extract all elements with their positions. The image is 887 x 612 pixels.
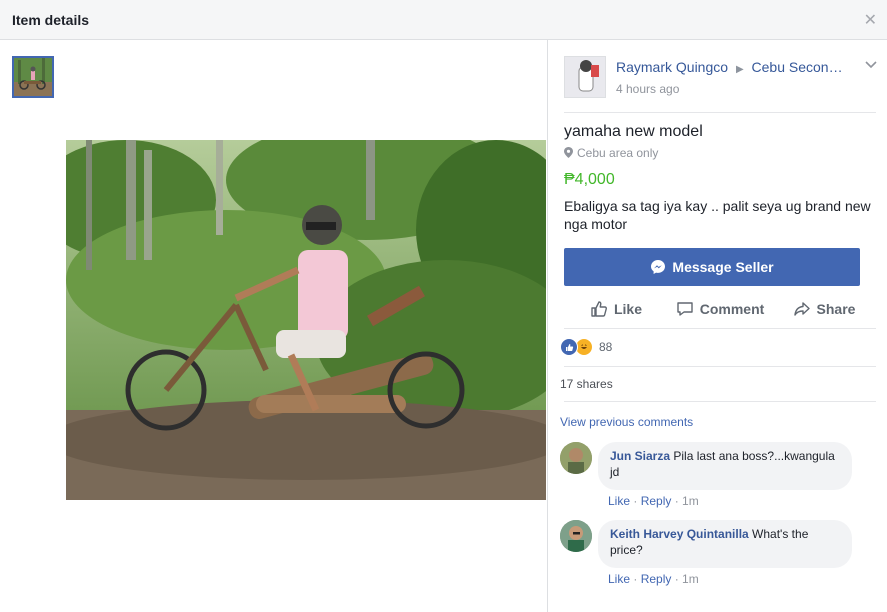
like-label: Like (613, 301, 642, 317)
photo-pane (0, 40, 547, 612)
post-timestamp[interactable]: 4 hours ago (616, 82, 679, 96)
like-button[interactable]: Like (564, 294, 668, 324)
comment-time[interactable]: 1m (682, 494, 699, 508)
comment-button[interactable]: Comment (668, 294, 772, 324)
divider (564, 328, 876, 329)
divider (564, 112, 876, 113)
item-price: ₱4,000 (564, 171, 615, 188)
caret-right-icon: ▶ (735, 64, 744, 75)
commenter-avatar[interactable] (560, 442, 592, 474)
listing-photo (66, 140, 546, 500)
comment-bubble: Keith Harvey Quintanilla What's the pric… (598, 520, 852, 568)
reaction-count: 88 (599, 340, 613, 354)
share-label: Share (816, 301, 856, 317)
dialog-header: Item details ✕ (0, 0, 887, 40)
comment-author[interactable]: Jun Siarza (610, 449, 670, 463)
details-pane: Raymark Quingco ▶ Cebu Secon… 4 hours ag… (548, 40, 887, 612)
share-button[interactable]: Share (772, 294, 876, 324)
commenter-avatar[interactable] (560, 520, 592, 552)
item-title: yamaha new model (564, 123, 703, 140)
thumbs-up-icon (591, 301, 607, 317)
comment-actions: Like · Reply · 1m (608, 494, 699, 508)
view-previous-comments[interactable]: View previous comments (560, 415, 693, 429)
share-icon (793, 302, 810, 316)
action-bar: Like Comment Share (564, 294, 876, 324)
item-location: Cebu area only (564, 146, 658, 160)
comment-actions: Like · Reply · 1m (608, 572, 699, 586)
comment-bubble: Jun Siarza Pila last ana boss?...kwangul… (598, 442, 852, 490)
item-description: Ebaligya sa tag iya kay .. palit seya ug… (564, 198, 871, 232)
divider (564, 401, 876, 402)
close-icon[interactable]: ✕ (864, 10, 877, 30)
message-seller-label: Message Seller (672, 259, 774, 275)
comment-reply-link[interactable]: Reply (641, 494, 672, 508)
location-pin-icon (564, 147, 573, 158)
shares-count[interactable]: 17 shares (560, 377, 613, 391)
comment-time[interactable]: 1m (682, 572, 699, 586)
divider (564, 366, 876, 367)
dialog-title: Item details (12, 12, 90, 28)
comment-like-link[interactable]: Like (608, 572, 630, 586)
photo-thumbnail[interactable] (12, 56, 54, 98)
seller-avatar[interactable] (564, 56, 606, 98)
reactions-summary[interactable]: 88 (560, 338, 612, 356)
group-name[interactable]: Cebu Secon… (752, 59, 843, 75)
seller-name[interactable]: Raymark Quingco (616, 59, 728, 75)
comment-label: Comment (699, 301, 765, 317)
comment-icon (677, 302, 693, 316)
like-reaction-icon (560, 338, 578, 356)
comment-reply-link[interactable]: Reply (641, 572, 672, 586)
location-text: Cebu area only (577, 146, 659, 160)
comment-author[interactable]: Keith Harvey Quintanilla (610, 527, 749, 541)
chevron-down-icon[interactable] (865, 58, 877, 72)
messenger-icon (650, 259, 666, 275)
message-seller-button[interactable]: Message Seller (564, 248, 860, 286)
seller-line: Raymark Quingco ▶ Cebu Secon… (616, 59, 843, 75)
comment-like-link[interactable]: Like (608, 494, 630, 508)
